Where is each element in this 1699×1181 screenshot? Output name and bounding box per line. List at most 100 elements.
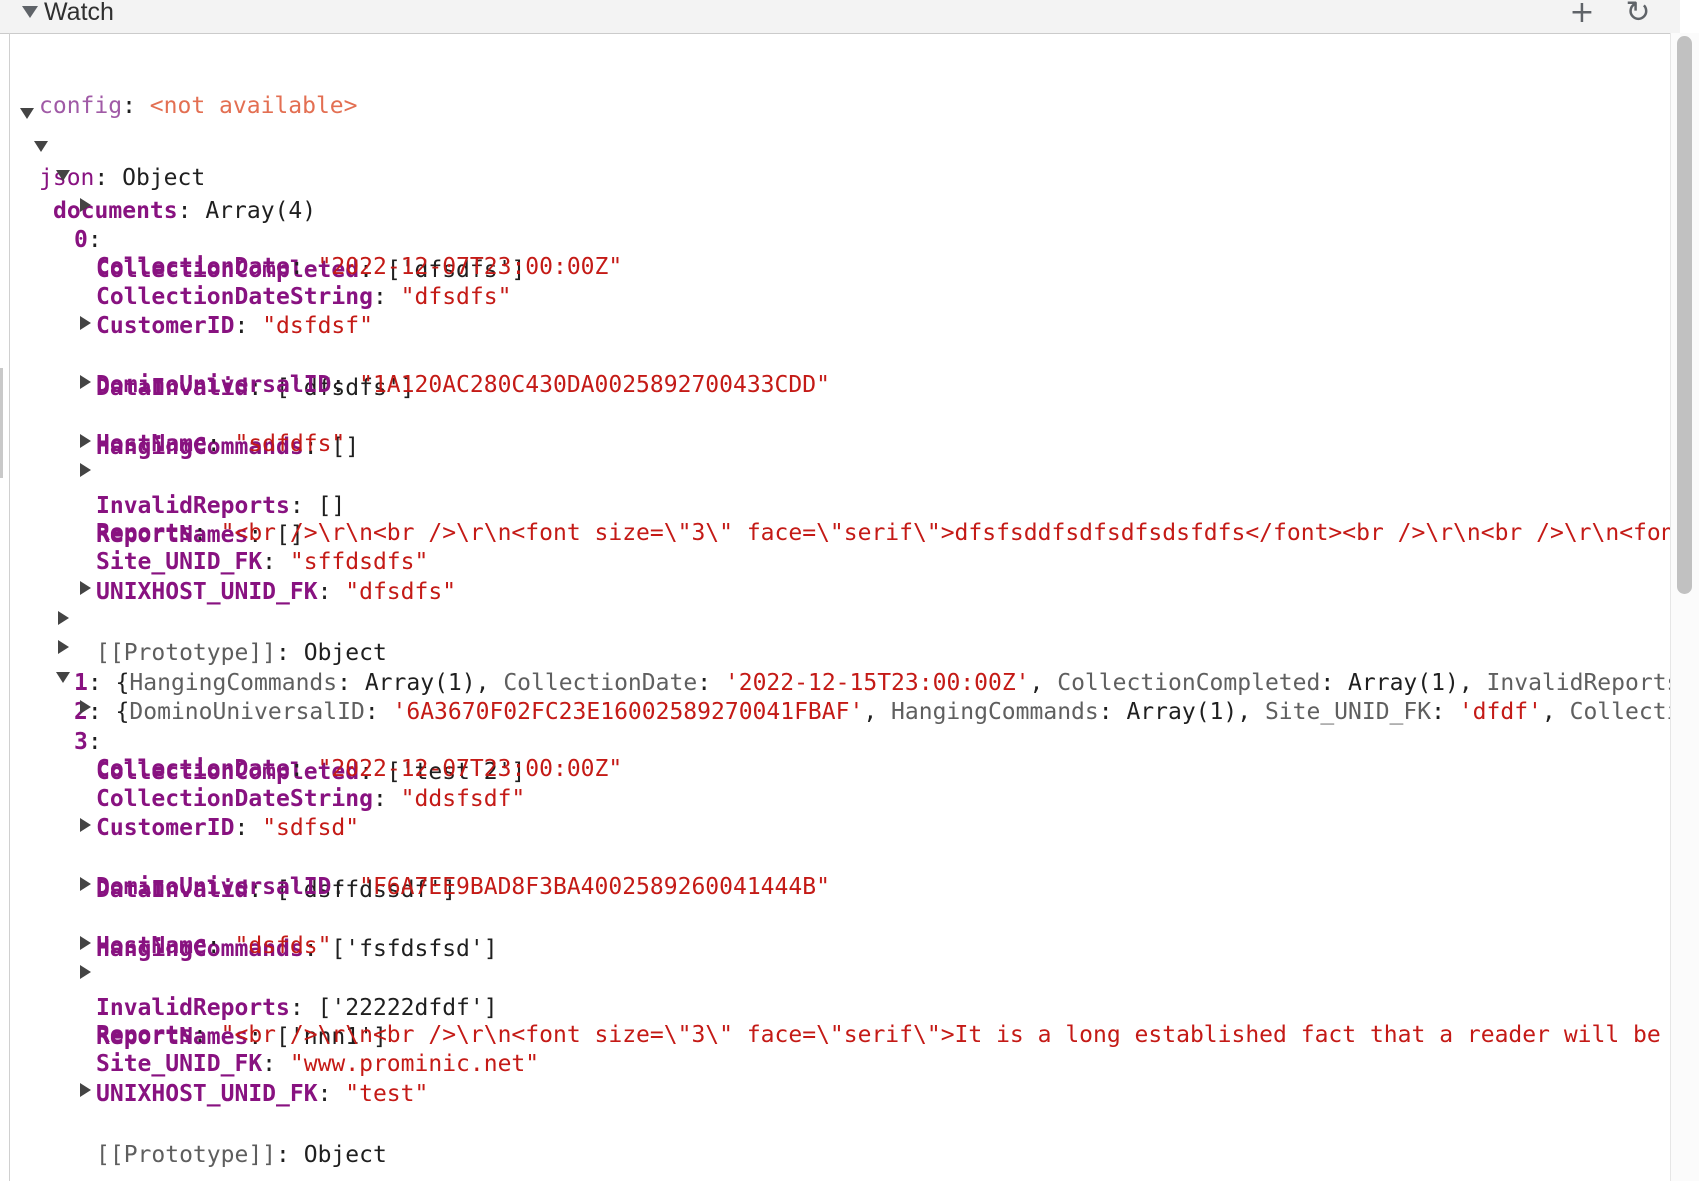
object-preview: DominoUniversalID: '6A3670F02FC23E160025… [129,699,1670,725]
not-available-value: <not available> [149,93,358,119]
collapsed-triangle-icon[interactable] [80,965,91,979]
collapsed-triangle-icon[interactable] [80,818,91,832]
collapsed-triangle-icon[interactable] [58,611,69,625]
collapsed-triangle-icon[interactable] [80,375,91,389]
collapsed-triangle-icon[interactable] [80,198,91,212]
property-name: Reports [96,1022,193,1048]
tree-row-data-invalid[interactable]: DataInvalid: ['dfsdfs'] [11,308,415,401]
tree-row-prototype[interactable]: [[Prototype]]: Object [11,573,387,666]
tree-row-host-name[interactable]: HostName: "sdfdfs" [11,396,345,457]
property-name: HostName [96,431,207,457]
tree-row-index-3[interactable]: 3: [11,662,102,755]
tree-row-hanging-commands[interactable]: HangingCommands: [] [11,367,359,460]
collapsed-triangle-icon[interactable] [80,936,91,950]
array-index: 3 [74,729,88,755]
collapsed-triangle-icon[interactable] [80,581,91,595]
tree-row-collection-date-string[interactable]: CollectionDateString: "ddsfsdf" [11,751,525,812]
resize-handle[interactable] [0,368,3,478]
property-name: HostName [96,933,207,959]
collapsed-triangle-icon[interactable] [80,434,91,448]
property-value: "test" [345,1081,429,1107]
preview-value: '2022-12-15T23:00:00Z' [724,670,1030,696]
tree-row-collection-date-string[interactable]: CollectionDateString: "dfsdfs" [11,249,511,310]
tree-row-index-0[interactable]: 0: [11,160,102,253]
property-value: [] [317,493,346,519]
add-watch-button[interactable]: + [1565,0,1599,30]
tree-row-unixhost-unid-fk[interactable]: UNIXHOST_UNID_FK: "test" [11,1046,428,1107]
collapsed-triangle-icon[interactable] [80,877,91,891]
preview-value: '6A3670F02FC23E16002589270041FBAF' [392,699,864,725]
preview-value: Array(1) [1348,670,1459,696]
tree-row-invalid-reports[interactable]: InvalidReports: [] [11,426,345,519]
preview-value: 'dfdf' [1458,699,1542,725]
expanded-triangle-icon[interactable] [56,672,70,683]
property-name: Site_UNID_FK [96,549,263,575]
property-name: CollectionDate [96,756,290,782]
tree-row-domino-universal-id[interactable]: DominoUniversalID: "1A120AC280C430DA0025… [11,337,830,398]
value-type: Array(4) [205,198,317,224]
property-name: InvalidReports [96,493,290,519]
tree-row-collection-completed[interactable]: CollectionCompleted: ['test 2'] [11,692,525,785]
tree-row-index-1[interactable]: 1: {HangingCommands: Array(1), Collectio… [11,603,1670,696]
array-index: 1 [74,670,88,696]
refresh-button[interactable]: ↻ [1621,0,1655,30]
tree-row-hanging-commands[interactable]: HangingCommands: ['fsfdsfsd'] [11,869,498,962]
property-name: InvalidReports [96,995,290,1021]
tree-row-domino-universal-id[interactable]: DominoUniversalID: "F6A7EE9BAD8F3BA40025… [11,839,830,900]
collapse-triangle-icon[interactable] [22,6,38,18]
expanded-triangle-icon[interactable] [56,170,70,181]
preview-key: CollectionCo [1569,699,1670,725]
property-name: CollectionDate [96,254,290,280]
watch-row-config[interactable]: config: <not available> [11,58,358,119]
plus-icon: + [1569,0,1595,30]
collapsed-triangle-icon[interactable] [80,316,91,330]
preview-key: HangingCommands [129,670,338,696]
property-value: "sffdsdfs" [289,549,429,575]
collapsed-triangle-icon[interactable] [80,1083,91,1097]
property-name: CustomerID [96,815,235,841]
tree-row-report-names[interactable]: ReportNames: ['nnn1'] [11,957,387,1050]
property-name: UNIXHOST_UNID_FK [96,1081,318,1107]
property-name: Site_UNID_FK [96,1051,263,1077]
preview-key: InvalidReports [1486,670,1670,696]
property-name: [[Prototype]] [96,1142,277,1168]
preview-key: Site_UNID_FK [1264,699,1432,725]
tree-row-host-name[interactable]: HostName: "dsfds" [11,898,331,959]
expanded-triangle-icon[interactable] [34,141,48,152]
preview-key: CollectionCompleted [1057,670,1321,696]
property-value: "dfsdfs" [400,284,512,310]
tree-row-collection-date[interactable]: CollectionDate: "2022-12-07T23:00:00Z" [11,721,622,782]
tree-row-reports[interactable]: Reports: "<br />\r\n<br />\r\n<font size… [11,987,1661,1048]
preview-key: CollectionDate [503,670,698,696]
property-value: "F6A7EE9BAD8F3BA4002589260041444B" [359,874,830,900]
tree-row-reports[interactable]: Reports: "<br />\r\n<br />\r\n<font size… [11,485,1670,546]
tree-row-collection-completed[interactable]: CollectionCompleted: ['dfsdfs'] [11,190,525,283]
tree-row-customer-id[interactable]: CustomerID: "dsfdsf" [11,278,373,339]
tree-row-unixhost-unid-fk[interactable]: UNIXHOST_UNID_FK: "dfsdfs" [11,544,456,605]
collapsed-triangle-icon[interactable] [80,463,91,477]
tree-row-site-unid-fk[interactable]: Site_UNID_FK: "www.prominic.net" [11,1016,539,1077]
watch-panel-header[interactable]: Watch + ↻ [0,0,1680,34]
expanded-triangle-icon[interactable] [20,108,34,119]
tree-row-index-2[interactable]: 2: {DominoUniversalID: '6A3670F02FC23E16… [11,632,1670,725]
preview-value: Array(1) [364,670,476,696]
object-preview: HangingCommands: Array(1), CollectionDat… [129,670,1670,696]
tree-row-customer-id[interactable]: CustomerID: "sdfsd" [11,780,359,841]
scrollbar-thumb[interactable] [1677,36,1692,594]
tree-row-documents[interactable]: documents: Array(4) [11,131,316,224]
tree-row-invalid-reports[interactable]: InvalidReports: ['22222dfdf'] [11,928,498,1021]
property-name: documents [53,198,178,224]
preview-value: Array(1) [1126,699,1238,725]
tree-row-report-names[interactable]: ReportNames: [] [11,455,304,548]
property-name: [[Prototype]] [96,640,277,666]
tree-row-prototype[interactable]: [[Prototype]]: Object [11,1075,387,1168]
watch-row-json[interactable]: json: Object [11,98,205,191]
property-value: "sdfsd" [262,815,360,841]
collapsed-triangle-icon[interactable] [58,640,69,654]
tree-row-collection-date[interactable]: CollectionDate: "2022-12-07T23:00:00Z" [11,219,622,280]
property-value: "dsfdsf" [262,313,373,339]
tree-row-data-invalid[interactable]: DataInvalid: ['dsffdssdf'] [11,810,456,903]
property-value: "www.prominic.net" [289,1051,540,1077]
collapsed-triangle-icon[interactable] [80,700,91,714]
tree-row-site-unid-fk[interactable]: Site_UNID_FK: "sffdsdfs" [11,514,428,575]
